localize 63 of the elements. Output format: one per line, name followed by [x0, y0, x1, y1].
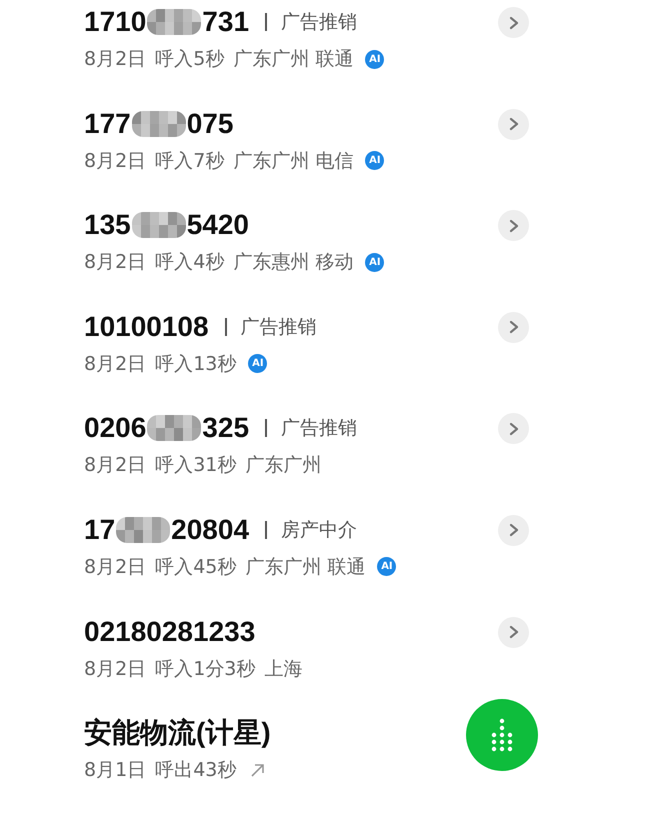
details-button[interactable] — [498, 616, 529, 648]
call-date: 8月2日 — [84, 47, 146, 72]
call-date: 8月1日 — [84, 758, 146, 784]
caller-location: 广东广州 联通 — [233, 47, 354, 72]
caller-location: 广东惠州 移动 — [233, 250, 354, 276]
divider-bar — [265, 13, 268, 31]
caller-number: 安能物流(计星) — [84, 716, 271, 750]
caller-number: 02180281233 — [84, 616, 256, 648]
call-duration: 呼入45秒 — [155, 554, 236, 580]
caller-number-end: 731 — [202, 6, 250, 38]
chevron-right-icon — [508, 320, 518, 334]
caller-tag: 广告推销 — [281, 9, 358, 35]
caller-number-end: 325 — [202, 412, 250, 444]
caller-number: 1710 — [84, 6, 146, 38]
details-button[interactable] — [498, 312, 529, 343]
caller-location: 广东广州 — [245, 453, 322, 478]
ai-badge: AI — [365, 151, 384, 170]
details-button[interactable] — [498, 7, 529, 38]
divider-bar — [265, 520, 268, 539]
caller-number: 177 — [84, 108, 131, 140]
caller-number: 17 — [84, 514, 116, 546]
caller-number-end: 075 — [186, 108, 234, 140]
ai-badge: AI — [365, 252, 384, 272]
call-date: 8月2日 — [84, 352, 146, 377]
details-button[interactable] — [498, 413, 529, 444]
call-date: 8月2日 — [84, 656, 146, 682]
call-duration: 呼入13秒 — [155, 352, 236, 377]
call-duration: 呼入7秒 — [155, 148, 224, 174]
caller-location: 广东广州 电信 — [233, 148, 354, 174]
caller-number: 0206 — [84, 412, 146, 444]
ai-badge: AI — [248, 354, 268, 374]
call-date: 8月2日 — [84, 250, 146, 276]
call-duration: 呼入1分3秒 — [155, 656, 256, 682]
details-button[interactable] — [498, 514, 529, 546]
call-date: 8月2日 — [84, 148, 146, 174]
ai-badge: AI — [377, 557, 396, 576]
caller-tag: 广告推销 — [240, 314, 317, 340]
call-date: 8月2日 — [84, 453, 146, 478]
call-duration: 呼入31秒 — [155, 453, 236, 478]
caller-location: 上海 — [264, 656, 302, 682]
divider-bar — [265, 419, 268, 438]
caller-number-end: 5420 — [186, 209, 250, 242]
details-button[interactable] — [498, 108, 529, 140]
chevron-right-icon — [508, 422, 518, 436]
chevron-right-icon — [508, 523, 518, 538]
call-duration: 呼入5秒 — [155, 47, 224, 72]
chevron-right-icon — [508, 117, 518, 132]
caller-number: 10100108 — [84, 310, 209, 343]
call-duration: 呼入4秒 — [155, 250, 224, 276]
call-duration: 呼出43秒 — [155, 758, 236, 784]
ai-badge: AI — [365, 50, 384, 68]
chevron-right-icon — [508, 625, 518, 640]
chevron-right-icon — [508, 16, 518, 30]
caller-number-end: 20804 — [171, 514, 250, 546]
call-date: 8月2日 — [84, 554, 146, 580]
caller-location: 广东广州 联通 — [245, 554, 366, 580]
chevron-right-icon — [508, 218, 518, 233]
divider-bar — [224, 318, 227, 336]
dialpad-dots-icon — [490, 718, 514, 752]
caller-tag: 房产中介 — [281, 516, 358, 543]
caller-number: 135 — [84, 209, 131, 242]
caller-tag: 广告推销 — [281, 415, 358, 442]
details-button[interactable] — [498, 210, 529, 242]
